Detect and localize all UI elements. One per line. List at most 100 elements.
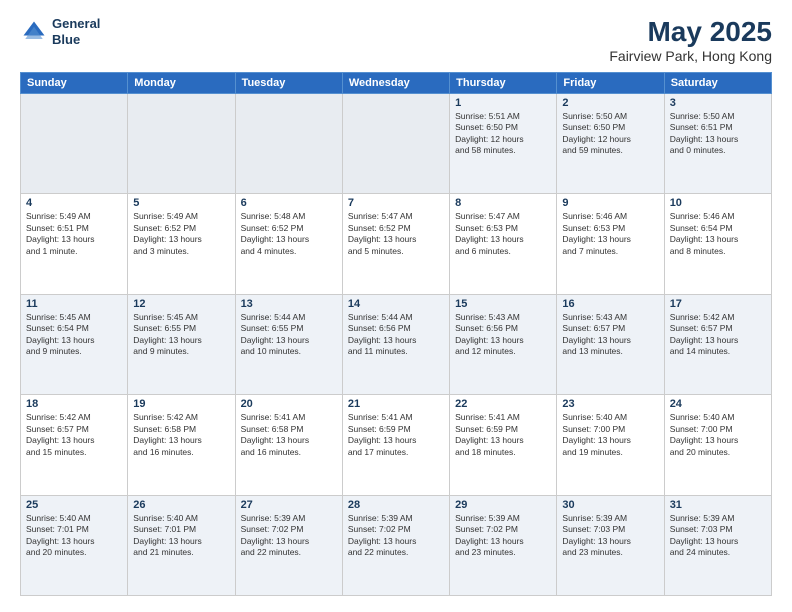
day-header-saturday: Saturday [664,73,771,94]
day-number: 21 [348,398,444,410]
day-header-thursday: Thursday [450,73,557,94]
calendar-header-row: SundayMondayTuesdayWednesdayThursdayFrid… [21,73,772,94]
calendar-cell: 12 Sunrise: 5:45 AM Sunset: 6:55 PM Dayli… [128,294,235,394]
calendar-cell: 31Sunrise: 5:39 AM Sunset: 7:03 PM Dayli… [664,495,771,595]
day-number: 27 [241,499,337,511]
calendar-cell: 1 Sunrise: 5:51 AM Sunset: 6:50 PM Daylig… [450,94,557,194]
day-header-sunday: Sunday [21,73,128,94]
calendar-cell: 17 Sunrise: 5:42 AM Sunset: 6:57 PM Dayli… [664,294,771,394]
calendar: SundayMondayTuesdayWednesdayThursdayFrid… [20,72,772,596]
day-number: 9 [562,197,658,209]
title-block: May 2025 Fairview Park, Hong Kong [609,16,772,64]
header: General Blue May 2025 Fairview Park, Hon… [20,16,772,64]
calendar-cell: 14Sunrise: 5:44 AM Sunset: 6:56 PM Dayli… [342,294,449,394]
week-row-5: 25 Sunrise: 5:40 AM Sunset: 7:01 PM Dayli… [21,495,772,595]
day-number: 29 [455,499,551,511]
cell-info: Sunrise: 5:47 AM Sunset: 6:53 PM Dayligh… [455,211,551,257]
cell-info: Sunrise: 5:49 AM Sunset: 6:52 PM Dayligh… [133,211,229,257]
day-number: 11 [26,298,122,310]
week-row-4: 18 Sunrise: 5:42 AM Sunset: 6:57 PM Dayli… [21,395,772,495]
calendar-cell: 4 Sunrise: 5:49 AM Sunset: 6:51 PM Daylig… [21,194,128,294]
day-number: 4 [26,197,122,209]
calendar-cell: 20Sunrise: 5:41 AM Sunset: 6:58 PM Dayli… [235,395,342,495]
calendar-cell: 9 Sunrise: 5:46 AM Sunset: 6:53 PM Daylig… [557,194,664,294]
cell-info: Sunrise: 5:40 AM Sunset: 7:01 PM Dayligh… [26,513,122,559]
day-number: 26 [133,499,229,511]
cell-info: Sunrise: 5:40 AM Sunset: 7:00 PM Dayligh… [670,412,766,458]
calendar-cell: 18 Sunrise: 5:42 AM Sunset: 6:57 PM Dayli… [21,395,128,495]
logo-text: General Blue [52,16,100,47]
main-title: May 2025 [609,16,772,48]
week-row-3: 11 Sunrise: 5:45 AM Sunset: 6:54 PM Dayli… [21,294,772,394]
cell-info: Sunrise: 5:46 AM Sunset: 6:53 PM Dayligh… [562,211,658,257]
day-number: 23 [562,398,658,410]
cell-info: Sunrise: 5:45 AM Sunset: 6:55 PM Dayligh… [133,312,229,358]
cell-info: Sunrise: 5:41 AM Sunset: 6:59 PM Dayligh… [455,412,551,458]
day-number: 17 [670,298,766,310]
day-number: 7 [348,197,444,209]
calendar-cell [235,94,342,194]
calendar-cell: 6 Sunrise: 5:48 AM Sunset: 6:52 PM Daylig… [235,194,342,294]
day-number: 5 [133,197,229,209]
week-row-2: 4 Sunrise: 5:49 AM Sunset: 6:51 PM Daylig… [21,194,772,294]
calendar-cell: 21 Sunrise: 5:41 AM Sunset: 6:59 PM Dayli… [342,395,449,495]
day-number: 12 [133,298,229,310]
day-header-wednesday: Wednesday [342,73,449,94]
cell-info: Sunrise: 5:49 AM Sunset: 6:51 PM Dayligh… [26,211,122,257]
calendar-cell: 5 Sunrise: 5:49 AM Sunset: 6:52 PM Daylig… [128,194,235,294]
calendar-cell: 25 Sunrise: 5:40 AM Sunset: 7:01 PM Dayli… [21,495,128,595]
cell-info: Sunrise: 5:40 AM Sunset: 7:00 PM Dayligh… [562,412,658,458]
day-number: 2 [562,97,658,109]
logo: General Blue [20,16,100,47]
day-header-monday: Monday [128,73,235,94]
calendar-cell: 13Sunrise: 5:44 AM Sunset: 6:55 PM Dayli… [235,294,342,394]
day-number: 18 [26,398,122,410]
day-number: 3 [670,97,766,109]
cell-info: Sunrise: 5:45 AM Sunset: 6:54 PM Dayligh… [26,312,122,358]
cell-info: Sunrise: 5:41 AM Sunset: 6:58 PM Dayligh… [241,412,337,458]
cell-info: Sunrise: 5:42 AM Sunset: 6:57 PM Dayligh… [670,312,766,358]
day-number: 22 [455,398,551,410]
calendar-cell: 30 Sunrise: 5:39 AM Sunset: 7:03 PM Dayli… [557,495,664,595]
calendar-cell [128,94,235,194]
day-number: 19 [133,398,229,410]
calendar-cell: 16 Sunrise: 5:43 AM Sunset: 6:57 PM Dayli… [557,294,664,394]
calendar-cell: 8 Sunrise: 5:47 AM Sunset: 6:53 PM Daylig… [450,194,557,294]
day-header-friday: Friday [557,73,664,94]
cell-info: Sunrise: 5:42 AM Sunset: 6:57 PM Dayligh… [26,412,122,458]
cell-info: Sunrise: 5:44 AM Sunset: 6:56 PM Dayligh… [348,312,444,358]
cell-info: Sunrise: 5:42 AM Sunset: 6:58 PM Dayligh… [133,412,229,458]
day-number: 15 [455,298,551,310]
calendar-cell: 22 Sunrise: 5:41 AM Sunset: 6:59 PM Dayli… [450,395,557,495]
cell-info: Sunrise: 5:39 AM Sunset: 7:03 PM Dayligh… [562,513,658,559]
cell-info: Sunrise: 5:48 AM Sunset: 6:52 PM Dayligh… [241,211,337,257]
cell-info: Sunrise: 5:39 AM Sunset: 7:02 PM Dayligh… [241,513,337,559]
week-row-1: 1 Sunrise: 5:51 AM Sunset: 6:50 PM Daylig… [21,94,772,194]
calendar-cell: 3 Sunrise: 5:50 AM Sunset: 6:51 PM Daylig… [664,94,771,194]
calendar-cell: 26Sunrise: 5:40 AM Sunset: 7:01 PM Dayli… [128,495,235,595]
day-number: 30 [562,499,658,511]
calendar-cell: 19 Sunrise: 5:42 AM Sunset: 6:58 PM Dayli… [128,395,235,495]
cell-info: Sunrise: 5:50 AM Sunset: 6:50 PM Dayligh… [562,111,658,157]
day-number: 25 [26,499,122,511]
cell-info: Sunrise: 5:44 AM Sunset: 6:55 PM Dayligh… [241,312,337,358]
day-number: 8 [455,197,551,209]
cell-info: Sunrise: 5:50 AM Sunset: 6:51 PM Dayligh… [670,111,766,157]
calendar-cell: 29Sunrise: 5:39 AM Sunset: 7:02 PM Dayli… [450,495,557,595]
calendar-cell: 2 Sunrise: 5:50 AM Sunset: 6:50 PM Daylig… [557,94,664,194]
cell-info: Sunrise: 5:39 AM Sunset: 7:02 PM Dayligh… [348,513,444,559]
calendar-cell: 15 Sunrise: 5:43 AM Sunset: 6:56 PM Dayli… [450,294,557,394]
cell-info: Sunrise: 5:51 AM Sunset: 6:50 PM Dayligh… [455,111,551,157]
calendar-cell: 24Sunrise: 5:40 AM Sunset: 7:00 PM Dayli… [664,395,771,495]
calendar-cell [21,94,128,194]
cell-info: Sunrise: 5:46 AM Sunset: 6:54 PM Dayligh… [670,211,766,257]
calendar-cell: 11 Sunrise: 5:45 AM Sunset: 6:54 PM Dayli… [21,294,128,394]
cell-info: Sunrise: 5:47 AM Sunset: 6:52 PM Dayligh… [348,211,444,257]
day-header-tuesday: Tuesday [235,73,342,94]
day-number: 6 [241,197,337,209]
day-number: 16 [562,298,658,310]
cell-info: Sunrise: 5:43 AM Sunset: 6:56 PM Dayligh… [455,312,551,358]
day-number: 1 [455,97,551,109]
cell-info: Sunrise: 5:43 AM Sunset: 6:57 PM Dayligh… [562,312,658,358]
cell-info: Sunrise: 5:41 AM Sunset: 6:59 PM Dayligh… [348,412,444,458]
